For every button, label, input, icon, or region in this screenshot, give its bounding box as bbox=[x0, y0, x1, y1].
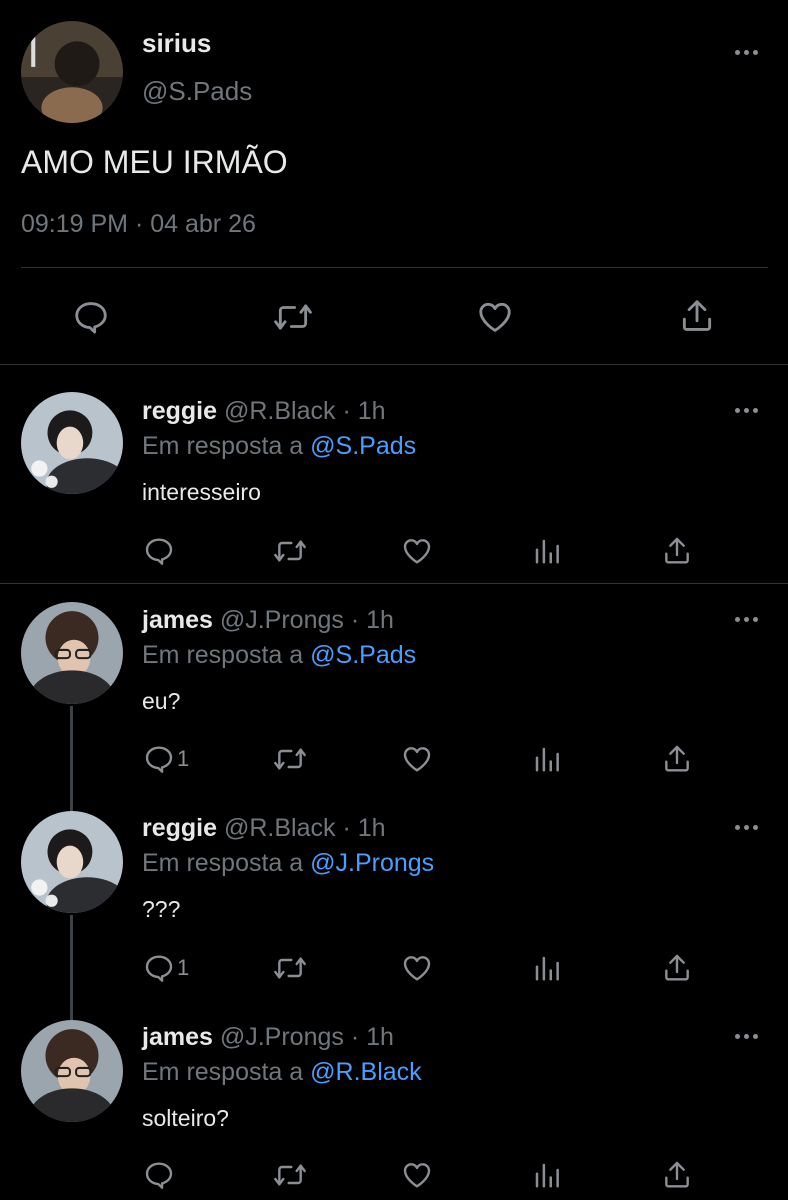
tweet-age: 1h bbox=[366, 606, 394, 634]
author-name[interactable]: james bbox=[142, 606, 213, 634]
divider bbox=[21, 267, 768, 268]
author-name[interactable]: sirius bbox=[142, 28, 211, 59]
retweet-icon[interactable] bbox=[272, 743, 308, 775]
reply-header: reggie @R.Black · 1h bbox=[142, 813, 386, 843]
tweet-text: eu? bbox=[142, 688, 181, 714]
reply-header: james @J.Prongs · 1h bbox=[142, 605, 394, 635]
reply-context: Em resposta a @S.Pads bbox=[142, 431, 416, 461]
reply-header: reggie @R.Black · 1h bbox=[142, 396, 386, 426]
avatar[interactable] bbox=[21, 811, 123, 913]
divider bbox=[0, 364, 788, 365]
reply-prefix: Em resposta a bbox=[142, 432, 304, 460]
separator: · bbox=[134, 210, 144, 238]
more-icon[interactable] bbox=[735, 408, 758, 413]
like-icon[interactable] bbox=[400, 743, 434, 775]
tweet-age: 1h bbox=[357, 397, 386, 425]
reply-count: 1 bbox=[177, 746, 190, 771]
reply-context: Em resposta a @J.Prongs bbox=[142, 848, 434, 878]
reply-prefix: Em resposta a bbox=[142, 1058, 304, 1086]
reply-icon[interactable] bbox=[143, 1159, 177, 1191]
tweet-text: AMO MEU IRMÃO bbox=[21, 144, 288, 180]
separator: · bbox=[342, 814, 351, 842]
reply-mention[interactable]: @J.Prongs bbox=[310, 849, 434, 877]
separator: · bbox=[350, 606, 360, 634]
views-icon[interactable] bbox=[532, 743, 562, 775]
tweet-timestamp: 09:19 PM · 04 abr 26 bbox=[21, 210, 256, 239]
reply-mention[interactable]: @R.Black bbox=[310, 1058, 422, 1086]
more-icon[interactable] bbox=[735, 825, 758, 830]
tweet-date: 04 abr 26 bbox=[150, 210, 256, 238]
tweet-text: ??? bbox=[142, 896, 181, 922]
views-icon[interactable] bbox=[532, 1159, 562, 1191]
author-name[interactable]: james bbox=[142, 1023, 213, 1051]
views-icon[interactable] bbox=[532, 952, 562, 984]
retweet-icon[interactable] bbox=[272, 952, 308, 984]
author-handle[interactable]: @S.Pads bbox=[142, 76, 252, 107]
reply-mention[interactable]: @S.Pads bbox=[310, 641, 416, 669]
more-icon[interactable] bbox=[735, 1034, 758, 1039]
thread-line bbox=[70, 706, 73, 812]
reply-context: Em resposta a @R.Black bbox=[142, 1057, 422, 1087]
share-icon[interactable] bbox=[678, 296, 716, 336]
share-icon[interactable] bbox=[661, 1158, 693, 1192]
author-handle[interactable]: @R.Black bbox=[224, 397, 336, 425]
more-icon[interactable] bbox=[735, 50, 758, 55]
author-handle[interactable]: @J.Prongs bbox=[220, 606, 344, 634]
author-name[interactable]: reggie bbox=[142, 814, 217, 842]
share-icon[interactable] bbox=[661, 742, 693, 776]
separator: · bbox=[350, 1023, 360, 1051]
like-icon[interactable] bbox=[400, 535, 434, 567]
like-icon[interactable] bbox=[400, 952, 434, 984]
share-icon[interactable] bbox=[661, 951, 693, 985]
reply-mention[interactable]: @S.Pads bbox=[310, 432, 416, 460]
reply-icon[interactable] bbox=[143, 535, 177, 567]
author-handle[interactable]: @J.Prongs bbox=[220, 1023, 344, 1051]
reply-icon[interactable] bbox=[72, 298, 110, 336]
like-icon[interactable] bbox=[400, 1159, 434, 1191]
reply-icon[interactable]: 1 bbox=[143, 952, 189, 984]
retweet-icon[interactable] bbox=[272, 535, 308, 567]
reply-context: Em resposta a @S.Pads bbox=[142, 640, 416, 670]
reply-count: 1 bbox=[177, 955, 190, 980]
tweet-age: 1h bbox=[357, 814, 386, 842]
more-icon[interactable] bbox=[735, 617, 758, 622]
share-icon[interactable] bbox=[661, 534, 693, 568]
thread-line bbox=[70, 915, 73, 1021]
avatar[interactable] bbox=[21, 392, 123, 494]
author-handle[interactable]: @R.Black bbox=[224, 814, 336, 842]
author-name[interactable]: reggie bbox=[142, 397, 217, 425]
retweet-icon[interactable] bbox=[272, 298, 314, 336]
avatar[interactable] bbox=[21, 21, 123, 123]
avatar[interactable] bbox=[21, 602, 123, 704]
reply-prefix: Em resposta a bbox=[142, 849, 304, 877]
divider bbox=[0, 583, 788, 584]
retweet-icon[interactable] bbox=[272, 1159, 308, 1191]
like-icon[interactable] bbox=[475, 298, 515, 336]
views-icon[interactable] bbox=[532, 535, 562, 567]
tweet-time: 09:19 PM bbox=[21, 210, 129, 238]
tweet-text: interesseiro bbox=[142, 479, 261, 505]
avatar[interactable] bbox=[21, 1020, 123, 1122]
reply-header: james @J.Prongs · 1h bbox=[142, 1022, 394, 1052]
tweet-age: 1h bbox=[366, 1023, 394, 1051]
tweet-text: solteiro? bbox=[142, 1105, 229, 1131]
reply-icon[interactable]: 1 bbox=[143, 743, 189, 775]
reply-prefix: Em resposta a bbox=[142, 641, 304, 669]
separator: · bbox=[342, 397, 351, 425]
